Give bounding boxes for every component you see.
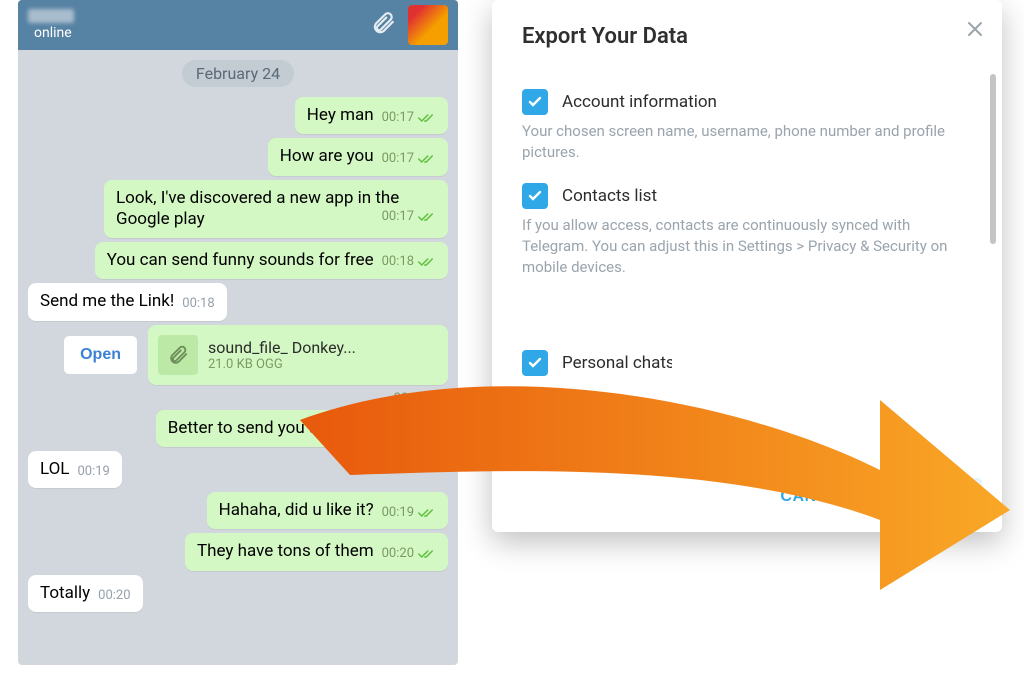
message-time: 00:17	[382, 209, 414, 225]
export-option[interactable]: Bot chats	[522, 388, 972, 414]
message-time: 00:18	[182, 296, 214, 312]
read-ticks-icon	[418, 153, 436, 165]
checkbox-icon[interactable]	[522, 350, 548, 376]
message-text: Totally	[40, 583, 90, 603]
message-time: 00:19	[77, 464, 109, 480]
chat-screenshot: online February 24 Hey man 00:17 How are …	[18, 0, 458, 665]
option-desc: If you allow access, contacts are contin…	[522, 215, 972, 278]
checkbox-icon[interactable]	[522, 89, 548, 115]
contact-name-blurred	[28, 9, 74, 23]
export-option[interactable]: Contacts list	[522, 183, 972, 209]
chat-header: online	[18, 0, 458, 50]
read-ticks-icon	[418, 507, 436, 519]
export-dialog: Export Your Data Account information You…	[492, 0, 1002, 532]
message-text: They have tons of them	[197, 541, 374, 561]
read-ticks-icon	[418, 112, 436, 124]
option-label: Private groups	[562, 429, 671, 449]
message-text: You can send funny sounds for free	[107, 250, 374, 270]
dialog-actions: CANCEL EXPORT	[492, 466, 1002, 520]
option-label: Account information	[562, 92, 717, 112]
message-time: 00:20	[382, 546, 414, 562]
cancel-button[interactable]: CANCEL	[762, 478, 868, 516]
export-option[interactable]: Private groups	[522, 426, 972, 452]
option-label: Personal chats	[562, 353, 672, 373]
message-text: Look, I've discovered a new app in the G…	[116, 188, 399, 229]
read-ticks-icon	[418, 256, 436, 268]
read-ticks-icon	[418, 425, 436, 437]
message-time: 00:18	[382, 254, 414, 270]
avatar[interactable]	[408, 5, 448, 45]
contact-status: online	[34, 25, 74, 41]
scrollbar-thumb[interactable]	[990, 74, 996, 244]
read-ticks-icon	[418, 548, 436, 560]
chat-body[interactable]: February 24 Hey man 00:17 How are you 00:1…	[18, 50, 458, 665]
message-text: Hahaha, did u like it?	[219, 500, 374, 520]
message-time: 00:19	[382, 505, 414, 521]
close-icon[interactable]	[966, 20, 984, 42]
export-option[interactable]: Personal chats	[522, 350, 972, 376]
message-text: Hey man	[307, 105, 374, 125]
message-text: Better to send you a sound!	[168, 418, 374, 438]
message-time: 00:19	[382, 423, 414, 439]
checkbox-icon[interactable]	[522, 388, 548, 414]
option-label: Contacts list	[562, 186, 657, 206]
message-time: 00:17	[382, 151, 414, 167]
message-time: 00:17	[382, 110, 414, 126]
read-ticks-icon	[418, 211, 436, 223]
message-text: Send me the Link!	[40, 291, 174, 311]
date-separator: February 24	[182, 60, 294, 87]
attach-icon[interactable]	[370, 10, 396, 40]
message-time: 00:20	[98, 588, 130, 604]
export-option[interactable]: Account information	[522, 89, 972, 115]
option-label: Bot chats	[562, 391, 634, 411]
export-button[interactable]: EXPORT	[877, 478, 982, 516]
dialog-title: Export Your Data	[522, 24, 972, 49]
message-text: How are you	[280, 146, 374, 166]
message-text: LOL	[40, 459, 69, 479]
option-desc: Your chosen screen name, username, phone…	[522, 121, 972, 163]
checkbox-icon[interactable]	[522, 426, 548, 452]
checkbox-icon[interactable]	[522, 183, 548, 209]
